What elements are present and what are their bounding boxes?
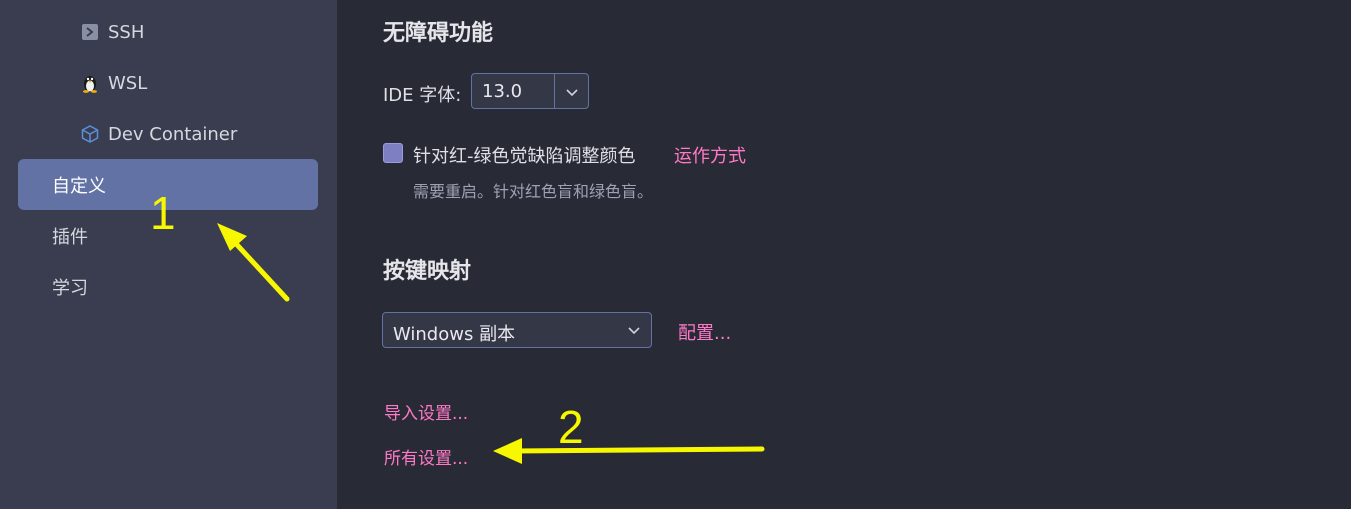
ide-font-value[interactable]: 13.0 [482, 81, 522, 102]
chevron-down-icon [625, 321, 643, 339]
cube-icon [80, 124, 100, 144]
sidebar-item-label: 学习 [52, 277, 88, 299]
sidebar: SSH WSL Dev Container 自定义 插件 学习 [0, 0, 337, 509]
sidebar-item-label: WSL [108, 72, 148, 94]
keymap-select[interactable]: Windows 副本 [382, 312, 652, 348]
keymap-value[interactable]: Windows 副本 [393, 320, 515, 346]
sidebar-item-label: SSH [108, 21, 145, 43]
sidebar-item-label: 插件 [52, 226, 88, 248]
import-settings-link[interactable]: 导入设置... [384, 399, 468, 424]
how-it-works-link[interactable]: 运作方式 [674, 142, 746, 168]
colorblind-checkbox[interactable] [383, 143, 403, 163]
annotation-step-2: 2 [558, 401, 584, 453]
sidebar-item-label: Dev Container [108, 123, 238, 145]
keymap-configure-link[interactable]: 配置... [678, 319, 731, 345]
all-settings-link[interactable]: 所有设置... [384, 444, 468, 469]
colorblind-checkbox-label[interactable]: 针对红-绿色觉缺陷调整颜色 [413, 142, 636, 168]
chevron-down-icon [565, 81, 579, 102]
sidebar-item-wsl[interactable]: WSL [80, 68, 147, 98]
sidebar-item-learn[interactable]: 学习 [18, 261, 318, 312]
sidebar-item-label: 自定义 [52, 175, 106, 197]
colorblind-hint: 需要重启。针对红色盲和绿色盲。 [413, 182, 654, 201]
linux-penguin-icon [80, 73, 100, 93]
annotation-step-1: 1 [150, 187, 176, 239]
sidebar-item-ssh[interactable]: SSH [80, 17, 144, 47]
sidebar-item-dev-container[interactable]: Dev Container [80, 119, 237, 149]
keymap-title: 按键映射 [383, 259, 472, 284]
ide-font-combobox[interactable]: 13.0 [471, 73, 589, 109]
ide-font-label: IDE 字体: [383, 85, 462, 106]
accessibility-title: 无障碍功能 [383, 21, 494, 46]
ide-font-dropdown-button[interactable] [554, 74, 588, 108]
terminal-icon [80, 22, 100, 42]
